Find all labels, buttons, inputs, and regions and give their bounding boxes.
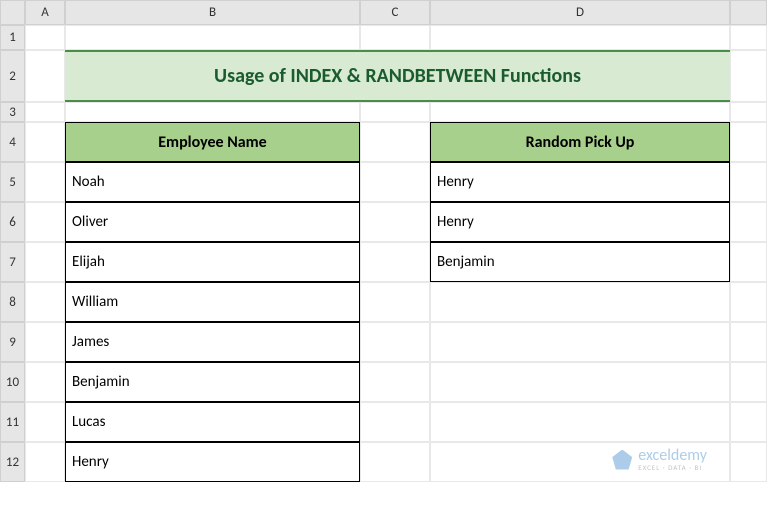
- cell-C5[interactable]: [360, 162, 430, 202]
- row-header-7[interactable]: 7: [0, 242, 25, 282]
- row-header-6[interactable]: 6: [0, 202, 25, 242]
- cell-E12[interactable]: [730, 442, 767, 482]
- cell-C11[interactable]: [360, 402, 430, 442]
- cell-E11[interactable]: [730, 402, 767, 442]
- spreadsheet-grid: A B C D 1 2 Usage of INDEX & RANDBETWEEN…: [0, 0, 767, 482]
- col-header-C[interactable]: C: [360, 0, 430, 25]
- watermark: exceldemy EXCEL · DATA · BI: [612, 448, 707, 471]
- row-header-1[interactable]: 1: [0, 25, 25, 50]
- cell-A1[interactable]: [25, 25, 65, 50]
- cell-C7[interactable]: [360, 242, 430, 282]
- cell-C9[interactable]: [360, 322, 430, 362]
- cell-E9[interactable]: [730, 322, 767, 362]
- random-header[interactable]: Random Pick Up: [430, 122, 730, 162]
- col-header-B[interactable]: B: [65, 0, 360, 25]
- cell-C3[interactable]: [360, 102, 430, 122]
- row-header-12[interactable]: 12: [0, 442, 25, 482]
- cell-D10[interactable]: [430, 362, 730, 402]
- row-header-10[interactable]: 10: [0, 362, 25, 402]
- employee-cell[interactable]: Lucas: [65, 402, 360, 442]
- cell-C4[interactable]: [360, 122, 430, 162]
- cell-C12[interactable]: [360, 442, 430, 482]
- employee-cell[interactable]: Oliver: [65, 202, 360, 242]
- watermark-text: exceldemy EXCEL · DATA · BI: [638, 448, 707, 471]
- cell-A8[interactable]: [25, 282, 65, 322]
- cell-A3[interactable]: [25, 102, 65, 122]
- cell-A2[interactable]: [25, 50, 65, 102]
- employee-cell[interactable]: Noah: [65, 162, 360, 202]
- col-header-D[interactable]: D: [430, 0, 730, 25]
- cell-C1[interactable]: [360, 25, 430, 50]
- cell-A7[interactable]: [25, 242, 65, 282]
- cell-A10[interactable]: [25, 362, 65, 402]
- cell-B1[interactable]: [65, 25, 360, 50]
- employee-header[interactable]: Employee Name: [65, 122, 360, 162]
- employee-cell[interactable]: Elijah: [65, 242, 360, 282]
- random-cell[interactable]: Benjamin: [430, 242, 730, 282]
- row-header-9[interactable]: 9: [0, 322, 25, 362]
- exceldemy-logo-icon: [612, 450, 632, 470]
- cell-E2[interactable]: [730, 50, 767, 102]
- cell-E4[interactable]: [730, 122, 767, 162]
- cell-D8[interactable]: [430, 282, 730, 322]
- cell-A4[interactable]: [25, 122, 65, 162]
- col-header-A[interactable]: A: [25, 0, 65, 25]
- cell-E7[interactable]: [730, 242, 767, 282]
- cell-D11[interactable]: [430, 402, 730, 442]
- cell-A9[interactable]: [25, 322, 65, 362]
- row-header-8[interactable]: 8: [0, 282, 25, 322]
- cell-D1[interactable]: [430, 25, 730, 50]
- cell-E3[interactable]: [730, 102, 767, 122]
- title-cell[interactable]: Usage of INDEX & RANDBETWEEN Functions: [65, 50, 730, 102]
- cell-A11[interactable]: [25, 402, 65, 442]
- cell-D3[interactable]: [430, 102, 730, 122]
- employee-cell[interactable]: James: [65, 322, 360, 362]
- cell-C10[interactable]: [360, 362, 430, 402]
- corner-cell[interactable]: [0, 0, 25, 25]
- random-cell[interactable]: Henry: [430, 202, 730, 242]
- random-cell[interactable]: Henry: [430, 162, 730, 202]
- watermark-sub: EXCEL · DATA · BI: [638, 464, 707, 471]
- cell-C8[interactable]: [360, 282, 430, 322]
- cell-B3[interactable]: [65, 102, 360, 122]
- row-header-11[interactable]: 11: [0, 402, 25, 442]
- row-header-5[interactable]: 5: [0, 162, 25, 202]
- cell-E8[interactable]: [730, 282, 767, 322]
- employee-cell[interactable]: Benjamin: [65, 362, 360, 402]
- row-header-4[interactable]: 4: [0, 122, 25, 162]
- col-header-blank[interactable]: [730, 0, 767, 25]
- cell-E6[interactable]: [730, 202, 767, 242]
- cell-D9[interactable]: [430, 322, 730, 362]
- cell-C6[interactable]: [360, 202, 430, 242]
- cell-E5[interactable]: [730, 162, 767, 202]
- row-header-3[interactable]: 3: [0, 102, 25, 122]
- cell-E10[interactable]: [730, 362, 767, 402]
- cell-A12[interactable]: [25, 442, 65, 482]
- cell-A6[interactable]: [25, 202, 65, 242]
- employee-cell[interactable]: Henry: [65, 442, 360, 482]
- row-header-2[interactable]: 2: [0, 50, 25, 102]
- cell-E1[interactable]: [730, 25, 767, 50]
- watermark-brand: exceldemy: [638, 448, 707, 464]
- employee-cell[interactable]: William: [65, 282, 360, 322]
- cell-A5[interactable]: [25, 162, 65, 202]
